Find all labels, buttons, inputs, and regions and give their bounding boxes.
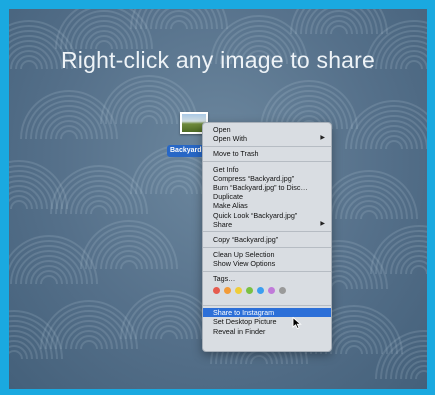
menu-separator — [203, 304, 331, 306]
menu-item-open[interactable]: Open — [203, 125, 331, 134]
menu-item-label: Set Desktop Picture — [213, 317, 277, 327]
menu-item-label: Show View Options — [213, 259, 276, 269]
menu-item-label: Make Alias — [213, 201, 248, 211]
menu-item-burn[interactable]: Burn “Backyard.jpg” to Disc… — [203, 183, 331, 192]
menu-item-label: Tags… — [213, 274, 236, 284]
menu-item-label: Open — [213, 125, 231, 134]
menu-item-get-info[interactable]: Get Info — [203, 165, 331, 174]
menu-separator — [203, 246, 331, 248]
tag-color-dot[interactable] — [246, 287, 253, 295]
tag-color-dot[interactable] — [257, 287, 264, 295]
menu-item-show-view-options[interactable]: Show View Options — [203, 259, 331, 268]
tag-color-dot[interactable] — [224, 287, 231, 295]
tag-colors-row — [203, 284, 331, 298]
submenu-arrow-icon: ▶ — [320, 220, 325, 227]
menu-item-label: Clean Up Selection — [213, 250, 275, 260]
context-menu: Open Open With ▶ Move to Trash Get Info C… — [202, 122, 332, 352]
menu-item-open-with[interactable]: Open With ▶ — [203, 134, 331, 143]
tag-color-dot[interactable] — [279, 287, 286, 295]
menu-item-share[interactable]: Share ▶ — [203, 220, 331, 229]
menu-item-label: Get Info — [213, 164, 239, 174]
desktop[interactable]: Right-click any image to share Backyard.… — [9, 9, 427, 389]
menu-item-make-alias[interactable]: Make Alias — [203, 201, 331, 210]
menu-item-clean-up-selection[interactable]: Clean Up Selection — [203, 250, 331, 259]
menu-item-copy[interactable]: Copy “Backyard.jpg” — [203, 235, 331, 244]
window-frame: Right-click any image to share Backyard.… — [0, 0, 435, 395]
menu-item-label: Share — [213, 219, 233, 229]
mouse-pointer-icon — [292, 317, 302, 329]
menu-item-label: Duplicate — [213, 192, 243, 202]
menu-item-label: Share to Instagram — [213, 308, 275, 318]
menu-separator — [203, 145, 331, 147]
file-name-label[interactable]: Backyard. — [167, 145, 207, 157]
tag-color-dot[interactable] — [268, 287, 275, 295]
menu-item-label: Burn “Backyard.jpg” to Disc… — [213, 182, 308, 192]
menu-item-move-to-trash[interactable]: Move to Trash — [203, 149, 331, 158]
menu-item-duplicate[interactable]: Duplicate — [203, 192, 331, 201]
menu-item-reveal-in-finder[interactable]: Reveal in Finder — [203, 327, 331, 336]
headline: Right-click any image to share — [60, 47, 376, 73]
menu-item-label: Open With — [213, 134, 247, 144]
menu-separator — [203, 270, 331, 272]
submenu-arrow-icon: ▶ — [320, 135, 325, 142]
menu-item-share-to-instagram[interactable]: Share to Instagram — [203, 308, 331, 318]
menu-item-compress[interactable]: Compress “Backyard.jpg” — [203, 174, 331, 183]
menu-item-label: Reveal in Finder — [213, 326, 266, 336]
menu-item-tags[interactable]: Tags… — [203, 274, 331, 283]
menu-item-label: Copy “Backyard.jpg” — [213, 234, 279, 244]
menu-item-quick-look[interactable]: Quick Look “Backyard.jpg” — [203, 211, 331, 220]
tag-color-dot[interactable] — [213, 287, 220, 295]
tag-color-dot[interactable] — [235, 287, 242, 295]
menu-item-label: Move to Trash — [213, 149, 259, 159]
menu-separator — [203, 161, 331, 163]
menu-item-label: Quick Look “Backyard.jpg” — [213, 210, 298, 220]
menu-item-set-desktop-picture[interactable]: Set Desktop Picture — [203, 317, 331, 326]
menu-item-label: Compress “Backyard.jpg” — [213, 173, 295, 183]
menu-separator — [203, 231, 331, 233]
